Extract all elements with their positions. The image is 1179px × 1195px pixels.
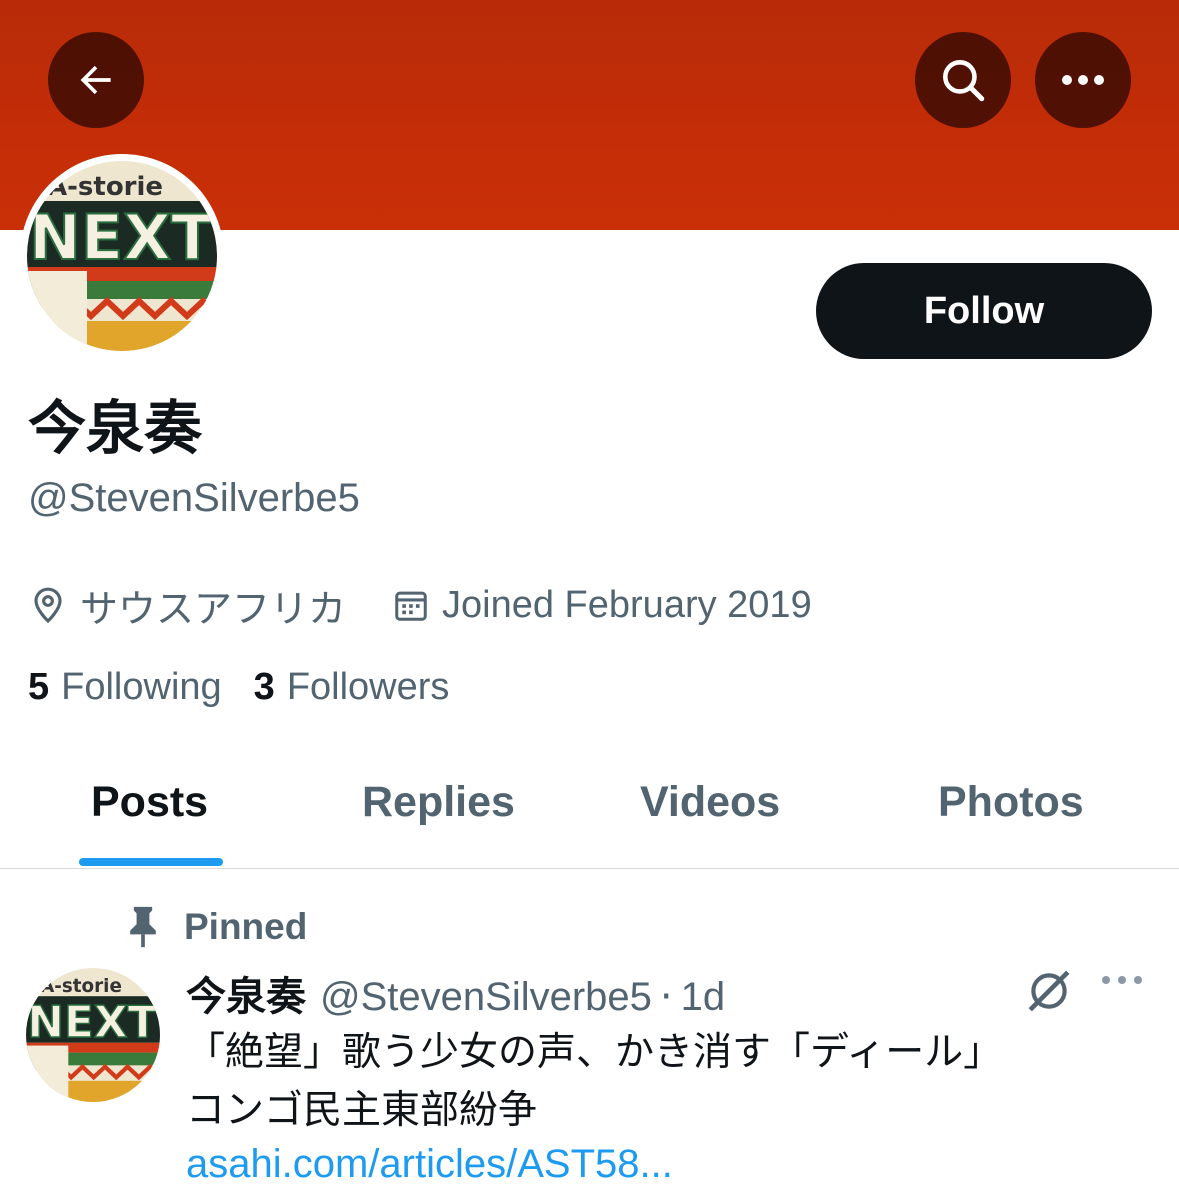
calendar-icon (395, 591, 427, 621)
post-author-handle[interactable]: @StevenSilverbe5 (320, 975, 652, 1020)
arrow-left-icon (80, 65, 111, 95)
post-separator: · (659, 974, 673, 1020)
profile-handle: @StevenSilverbe5 (28, 476, 360, 520)
pinned-text: Pinned (184, 906, 308, 947)
avatar-text-main: NEXT (29, 201, 213, 274)
avatar-text-top: A-storie (47, 172, 163, 202)
followers-label: Followers (286, 666, 450, 708)
follow-stats: 5 Following 3 Followers (28, 666, 481, 709)
profile-tabs: Posts Replies Videos Photos (0, 740, 1179, 869)
pinned-label: Pinned (124, 905, 307, 949)
following-label: Following (61, 666, 222, 708)
following-link[interactable]: 5 Following (28, 666, 222, 709)
search-button[interactable] (915, 32, 1011, 128)
post-avatar-text-main: NEXT (27, 997, 157, 1048)
tab-photos[interactable]: Photos (938, 778, 1084, 827)
profile-meta-row: サウスアフリカ Joined February 2019 (28, 578, 812, 633)
post-link[interactable]: asahi.com/articles/AST58... (186, 1142, 673, 1187)
location-text: サウスアフリカ (80, 588, 347, 631)
followers-link[interactable]: 3 Followers (254, 666, 450, 709)
post-more-button[interactable] (1100, 972, 1144, 992)
active-tab-indicator (79, 858, 223, 866)
joined-item: Joined February 2019 (392, 584, 812, 627)
post-author-name[interactable]: 今泉奏 (186, 964, 306, 1022)
profile-avatar-frame: A-storie NEXT (20, 154, 224, 358)
followers-count: 3 (253, 666, 275, 708)
tab-videos[interactable]: Videos (640, 778, 780, 827)
location-pin-icon (34, 587, 62, 624)
post-author-avatar[interactable]: A-storie NEXT (26, 968, 160, 1102)
search-icon (943, 60, 985, 102)
more-horizontal-icon (1062, 75, 1104, 85)
tab-replies[interactable]: Replies (362, 778, 515, 827)
location-item: サウスアフリカ (28, 578, 346, 633)
following-count: 5 (28, 666, 50, 708)
tab-posts[interactable]: Posts (91, 778, 208, 827)
post-avatar-text-top: A-storie (40, 976, 122, 997)
more-options-button[interactable] (1035, 32, 1131, 128)
post-timestamp[interactable]: 1d (681, 975, 726, 1020)
post-text-line-1: 「絶望」歌う少女の声、かき消す「ディール」 (186, 1030, 1003, 1075)
joined-text: Joined February 2019 (442, 583, 812, 626)
avatar[interactable]: A-storie NEXT (27, 161, 217, 351)
pin-icon (130, 906, 156, 948)
post-header: 今泉奏 @StevenSilverbe5 · 1d (186, 964, 725, 1022)
grok-button[interactable] (1024, 966, 1074, 1020)
profile-display-name: 今泉奏 (28, 394, 203, 462)
follow-button[interactable]: Follow (816, 263, 1152, 359)
more-horizontal-icon (1102, 976, 1142, 984)
grok-icon (1028, 970, 1070, 1012)
post-text-line-2: コンゴ民主東部紛争 (186, 1088, 538, 1133)
back-button[interactable] (48, 32, 144, 128)
post-body: 「絶望」歌う少女の声、かき消す「ディール」 コンゴ民主東部紛争 (186, 1024, 1146, 1140)
